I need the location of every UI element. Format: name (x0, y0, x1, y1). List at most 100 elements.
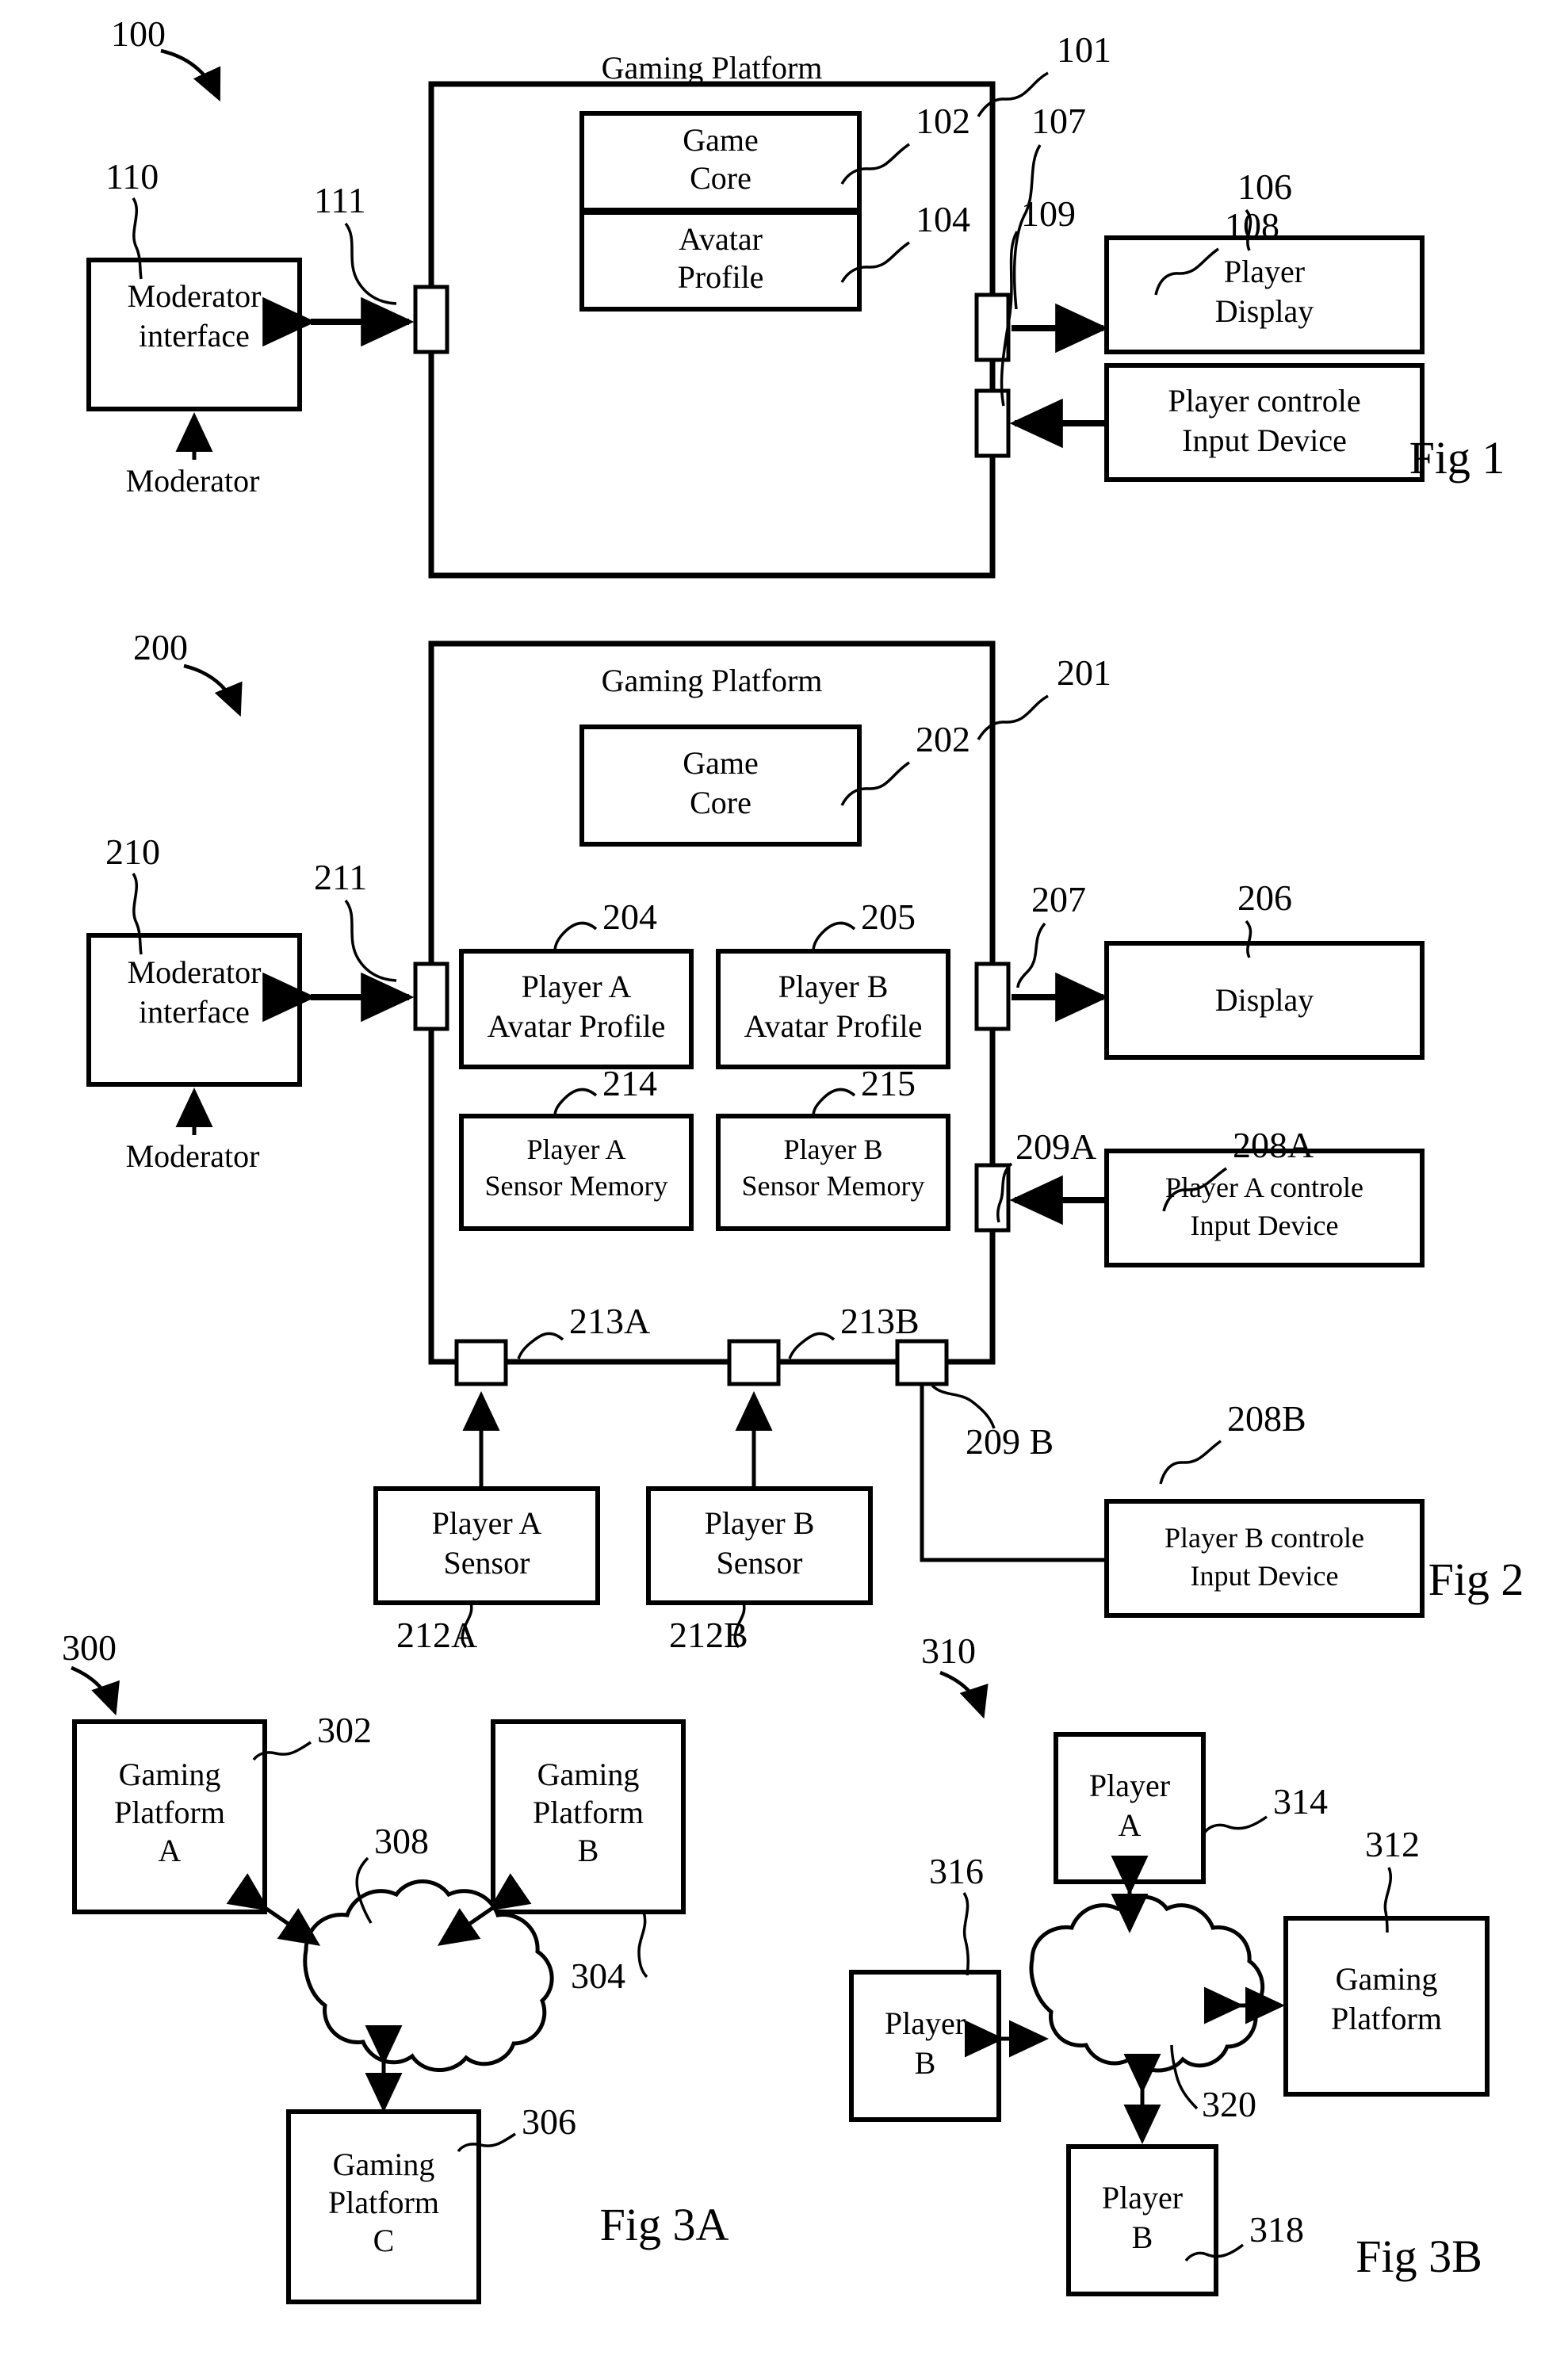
fig2-player-b-input-box (1104, 1499, 1425, 1618)
fig3a-platform-c-label-1: Gaming (333, 2147, 435, 2182)
fig1-input-port-ref: 109 (1021, 193, 1076, 234)
fig3b-player-b-left-label-1: Player (885, 2005, 966, 2041)
fig3b-gaming-platform-label-1: Gaming (1336, 1961, 1438, 1997)
fig3a-cloud-ref: 308 (374, 1821, 429, 1861)
fig3a-platform-a-ref-lead (252, 1741, 312, 1761)
fig2-game-core-ref-lead (840, 761, 910, 806)
fig3b-player-a-ref: 314 (1273, 1781, 1328, 1822)
fig2-system-ref-arrow (183, 663, 243, 717)
fig3b-gaming-platform-ref-lead (1383, 1867, 1393, 1933)
fig2-platform-title: Gaming Platform (602, 663, 823, 698)
fig1-game-core-label-2: Core (690, 160, 751, 196)
fig1-player-input-ref-lead (1154, 247, 1219, 296)
fig2-sensor-b-port (727, 1339, 781, 1386)
fig2-moderator-actor: Moderator (126, 1138, 260, 1174)
fig3a-platform-a-label-1: Gaming (119, 1757, 221, 1792)
fig1-moderator-interface-ref: 110 (105, 156, 159, 197)
fig2-player-a-sensor-label-2: Sensor (444, 1545, 530, 1581)
fig2-platform-ref: 201 (1057, 652, 1111, 693)
fig2-system-ref: 200 (133, 627, 188, 667)
fig2-game-core-label-1: Game (683, 745, 759, 781)
fig3b-gaming-platform-label-2: Platform (1331, 2001, 1442, 2036)
fig3b-player-a-ref-lead (1202, 1815, 1268, 1836)
fig2-moderator-interface-label-1: Moderator (128, 954, 262, 990)
fig1-moderator-port-ref: 111 (314, 180, 366, 220)
fig2-game-core-label-2: Core (690, 785, 751, 820)
fig2-player-a-avatar-ref: 204 (602, 897, 657, 937)
fig1-system-ref: 100 (111, 13, 166, 54)
fig2-player-b-avatar-ref-lead (812, 921, 856, 952)
fig2-player-b-avatar-label-2: Avatar Profile (744, 1008, 923, 1044)
fig2-caption: Fig 2 (1428, 1554, 1524, 1605)
fig3b-player-b-left-ref: 316 (929, 1851, 984, 1891)
fig1-avatar-profile-ref-lead (840, 241, 910, 283)
fig3b-system-ref-arrow (939, 1670, 989, 1719)
figure-1: 100 Gaming Platform 101 Game Core 102 Av… (86, 13, 1505, 579)
patent-drawing-sheet: 100 Gaming Platform 101 Game Core 102 Av… (0, 0, 1568, 2378)
fig1-game-core-ref-lead (840, 143, 910, 185)
fig2-moderator-interface-ref-lead (132, 873, 143, 955)
fig3b-system-ref: 310 (921, 1631, 976, 1671)
fig3b-caption: Fig 3B (1356, 2231, 1482, 2282)
fig2-display-port (974, 962, 1011, 1031)
fig1-game-core-ref: 102 (916, 101, 970, 141)
fig2-player-a-sensor-memory-ref: 214 (602, 1063, 657, 1103)
figure-2: 200 Gaming Platform 201 Game Core 202 Mo… (86, 627, 1524, 1655)
fig3a-platform-a-label-3: A (159, 1833, 182, 1868)
fig2-player-b-avatar-label-1: Player B (778, 969, 889, 1004)
fig3a-platform-b-label-1: Gaming (537, 1757, 640, 1792)
fig3b-cloud-ref: 320 (1202, 2084, 1256, 2124)
fig1-caption: Fig 1 (1409, 432, 1505, 484)
fig3a-link-a-cloud (226, 1873, 321, 1946)
fig2-player-b-sensor-memory-ref-lead (812, 1088, 856, 1117)
fig2-player-b-input-label-1: Player B controle (1165, 1522, 1364, 1554)
fig1-gaming-platform-boundary (428, 81, 996, 579)
fig2-input-b-port (895, 1339, 949, 1386)
fig3a-caption: Fig 3A (600, 2199, 729, 2250)
fig2-player-b-sensor-memory-ref: 215 (861, 1063, 916, 1103)
fig1-moderator-interface-ref-lead (132, 197, 143, 280)
fig2-moderator-port-ref: 211 (314, 857, 367, 897)
fig3b-player-b-bottom-label-1: Player (1102, 2180, 1183, 2216)
fig1-player-display-label-1: Player (1224, 254, 1305, 289)
fig2-sensor-b-port-lead (788, 1332, 836, 1359)
fig1-moderator-port (413, 285, 449, 354)
fig2-display-port-ref: 207 (1031, 879, 1086, 919)
fig2-input-b-port-ref: 209 B (966, 1421, 1054, 1462)
fig2-moderator-interface-label-2: interface (139, 994, 250, 1030)
fig1-player-input-label-1: Player controle (1168, 383, 1360, 419)
fig2-player-a-input-label-1: Player A controle (1165, 1172, 1363, 1203)
fig1-avatar-profile-label-2: Profile (678, 259, 764, 295)
fig3a-platform-c-ref-lead (457, 2132, 516, 2153)
fig2-player-a-input-box (1104, 1149, 1425, 1267)
fig2-moderator-port-lead (344, 899, 397, 982)
fig1-moderator-port-lead (344, 222, 397, 305)
fig2-display-label: Display (1215, 982, 1314, 1018)
fig2-player-a-input-ref: 208A (1233, 1125, 1314, 1165)
fig3b-player-b-bottom-ref: 318 (1249, 2209, 1304, 2250)
fig2-moderator-port (413, 962, 449, 1031)
fig2-sensor-b-port-ref: 213B (840, 1301, 920, 1341)
fig3a-platform-c-label-2: Platform (328, 2185, 439, 2220)
fig1-game-core-label-1: Game (683, 122, 759, 158)
figure-3a: 300 Gaming Platform A 302 Gaming Platfor… (62, 1627, 729, 2304)
fig1-display-port-ref: 107 (1031, 101, 1086, 141)
figure-3b: 310 Player A 314 Player B 316 Player B 3… (849, 1631, 1490, 2296)
fig2-input-b-link (920, 1386, 1107, 1562)
fig2-player-b-input-label-2: Input Device (1191, 1560, 1339, 1592)
fig2-player-a-avatar-label-1: Player A (522, 969, 632, 1004)
fig3a-platform-b-label-3: B (578, 1833, 599, 1868)
fig1-avatar-profile-label-1: Avatar (679, 221, 763, 257)
fig1-platform-ref: 101 (1057, 29, 1111, 70)
fig3a-platform-b-ref-lead (637, 1911, 648, 1978)
fig2-player-b-sensor-label-2: Sensor (717, 1545, 803, 1581)
fig1-system-ref-arrow (160, 48, 221, 102)
fig3b-player-b-bottom-label-2: B (1132, 2219, 1153, 2255)
fig3b-network-cloud (1029, 1894, 1265, 2073)
fig2-moderator-interface-ref: 210 (105, 832, 160, 872)
fig2-player-a-sensor-memory-ref-lead (553, 1088, 598, 1117)
fig3b-gaming-platform-ref: 312 (1365, 1824, 1420, 1864)
fig1-player-input-label-2: Input Device (1182, 422, 1347, 458)
fig2-player-a-sensor-memory-label-2: Sensor Memory (485, 1170, 668, 1202)
fig2-display-ref-lead (1245, 919, 1252, 958)
